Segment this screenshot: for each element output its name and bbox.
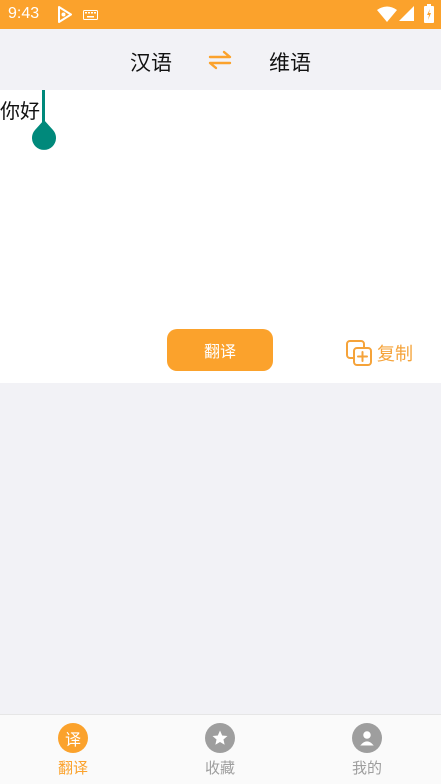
target-language-button[interactable]: 维语 <box>269 47 311 77</box>
play-store-icon <box>58 6 72 23</box>
translate-button[interactable]: 翻译 <box>167 329 273 371</box>
source-language-button[interactable]: 汉语 <box>130 47 172 77</box>
status-time: 9:43 <box>8 5 40 22</box>
nav-label-favorites: 收藏 <box>204 759 235 777</box>
wifi-icon <box>377 6 397 22</box>
language-bar: 汉语 维语 <box>0 29 441 90</box>
user-icon <box>352 723 382 753</box>
text-cursor <box>42 90 45 124</box>
translation-input-panel: 你好 翻译 复制 <box>0 90 441 383</box>
nav-item-translate[interactable]: 译 翻译 <box>33 723 113 778</box>
status-bar: 9:43 <box>0 0 441 29</box>
translate-icon-glyph: 译 <box>64 730 81 749</box>
copy-button-label: 复制 <box>377 344 413 365</box>
nav-item-profile[interactable]: 我的 <box>327 723 407 778</box>
nav-label-profile: 我的 <box>351 759 382 777</box>
translate-icon: 译 <box>58 723 88 753</box>
signal-icon <box>399 6 414 21</box>
translate-button-label: 翻译 <box>203 342 236 361</box>
star-icon <box>205 723 235 753</box>
battery-icon <box>424 4 434 23</box>
cursor-handle-icon[interactable] <box>31 120 57 150</box>
source-text-input[interactable]: 你好 <box>0 90 441 320</box>
keyboard-icon <box>83 10 98 20</box>
nav-label-translate: 翻译 <box>57 759 88 777</box>
copy-icon <box>346 340 372 366</box>
bottom-navigation: 译 翻译 收藏 我的 <box>0 714 441 784</box>
nav-item-favorites[interactable]: 收藏 <box>180 723 260 778</box>
copy-button[interactable]: 复制 <box>345 339 413 367</box>
swap-languages-icon[interactable] <box>208 50 232 70</box>
